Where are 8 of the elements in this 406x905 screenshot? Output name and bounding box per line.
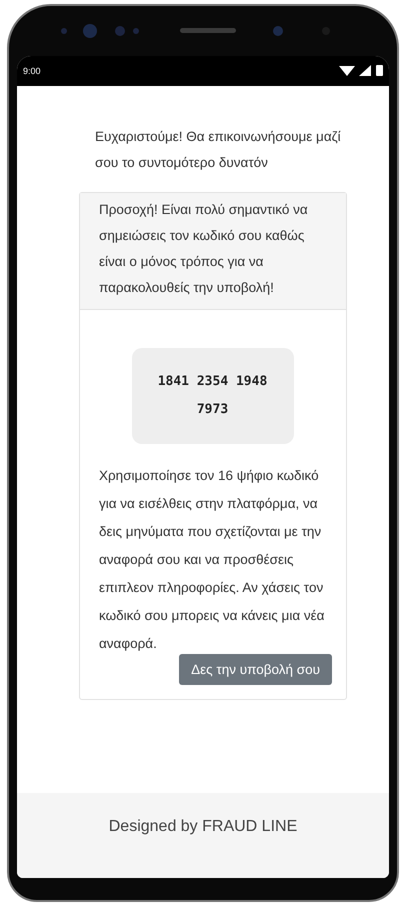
tracking-code: 1841 2354 1948 7973 (132, 348, 294, 444)
view-submission-button[interactable]: Δες την υποβολή σου (179, 654, 332, 685)
footer-credit: Designed by FRAUD LINE (108, 818, 298, 837)
instructions-text: Χρησιμοποίησε τον 16 ψήφιο κωδικό για να εισέλθεις στην πλατφόρμα, να δεις μηνύματα που σχετίζονται με την αναφορά σου και να προσθέσεις επιπλεον πληροφορίες. Αν χάσεις τον κωδικό σου μπορεις να κάνεις μια νέα αναφορά. (99, 467, 326, 653)
status-time: 9:00 (23, 66, 41, 76)
thank-you-message: Ευχαριστούμε! Θα επικοινωνήσουμε μαζί σου το συντομότερο δυνατόν (95, 128, 342, 172)
warning-text: Προσοχή! Είναι πολύ σημαντικό να σημειώσεις τον κωδικό σου καθώς είναι ο μόνος τρόπος για να παρακολουθείς την υποβολή! (99, 201, 309, 297)
status-icons (339, 64, 385, 78)
